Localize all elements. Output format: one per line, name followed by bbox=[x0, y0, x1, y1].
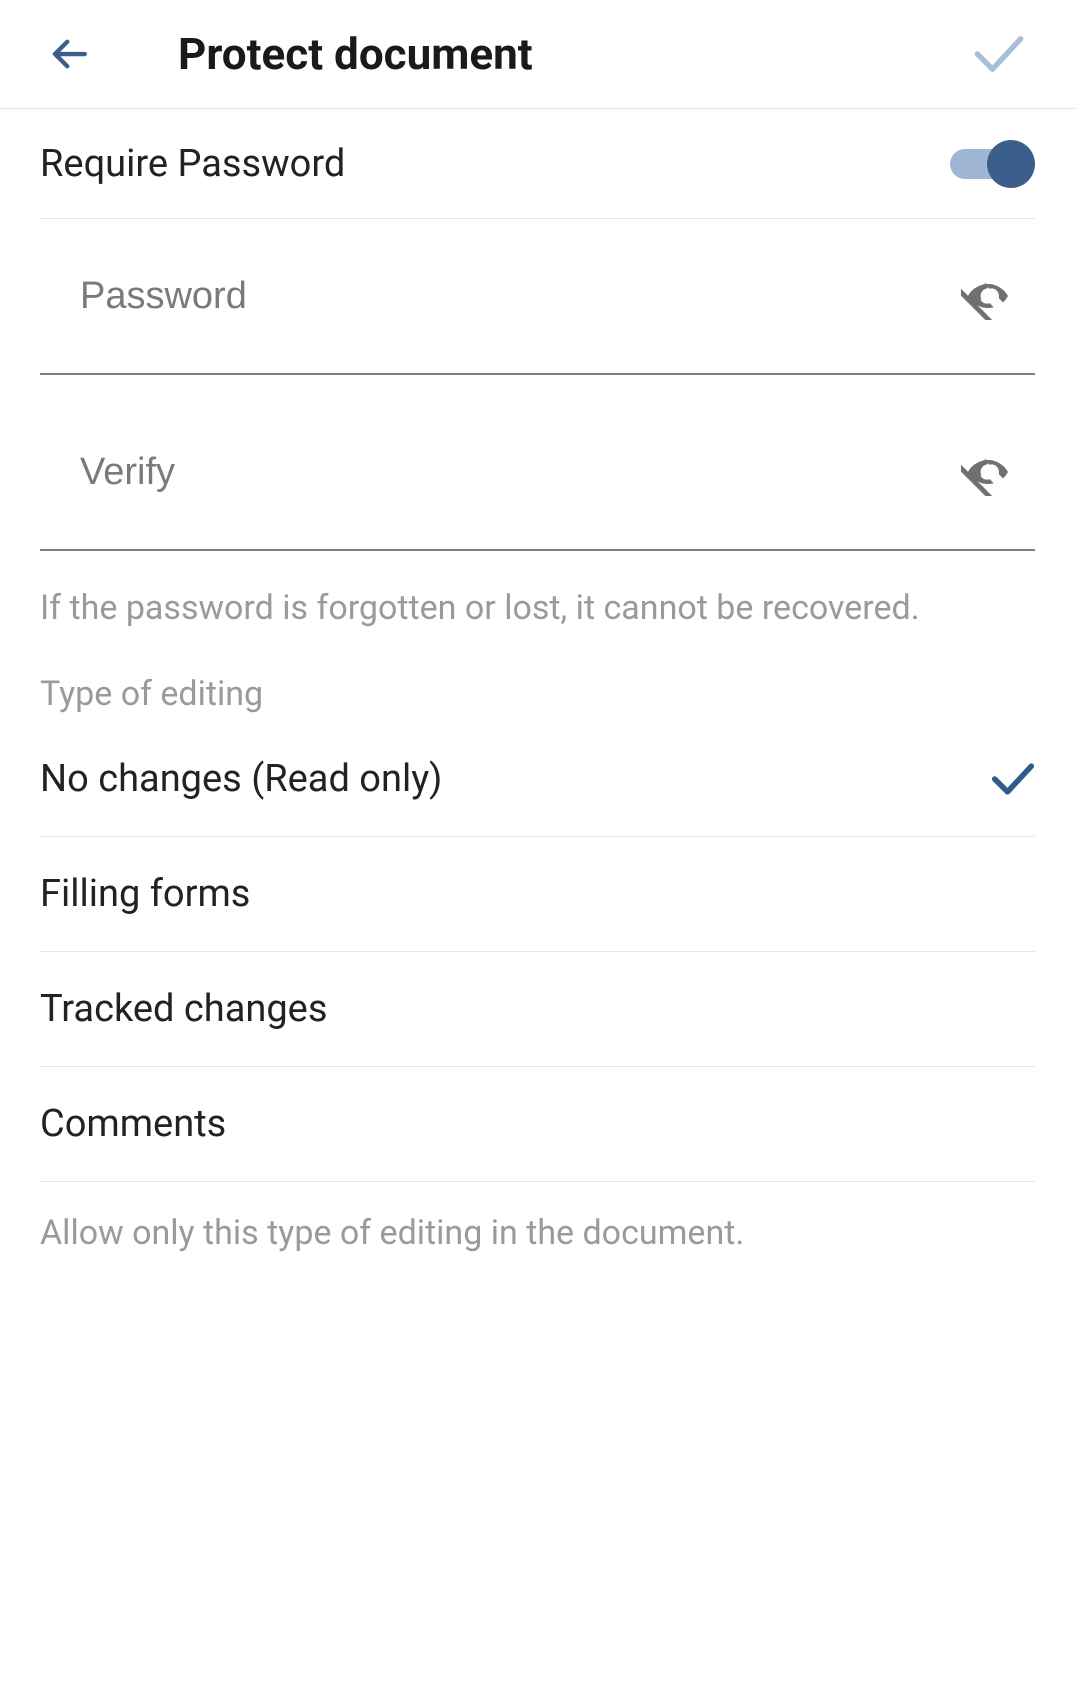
editing-option-label: Tracked changes bbox=[40, 987, 327, 1031]
require-password-row: Require Password bbox=[40, 109, 1035, 219]
editing-option-selected-indicator bbox=[991, 994, 1035, 1024]
password-lost-hint: If the password is forgotten or lost, it… bbox=[0, 551, 1075, 634]
editing-option-readonly[interactable]: No changes (Read only) bbox=[40, 722, 1035, 837]
eye-off-icon bbox=[961, 272, 1015, 320]
verify-field-row bbox=[40, 395, 1035, 551]
arrow-left-icon bbox=[48, 33, 90, 75]
editing-category-label: Type of editing bbox=[0, 634, 1075, 722]
toggle-knob bbox=[987, 140, 1035, 188]
require-password-toggle[interactable] bbox=[950, 140, 1035, 188]
editing-option-tracked-changes[interactable]: Tracked changes bbox=[40, 952, 1035, 1067]
editing-option-selected-indicator bbox=[991, 879, 1035, 909]
editing-option-filling-forms[interactable]: Filling forms bbox=[40, 837, 1035, 952]
password-input[interactable] bbox=[80, 275, 951, 318]
require-password-label: Require Password bbox=[40, 142, 345, 186]
verify-input[interactable] bbox=[80, 451, 951, 494]
editing-option-selected-indicator bbox=[991, 1109, 1035, 1139]
checkmark-icon bbox=[991, 762, 1035, 796]
toggle-verify-visibility-button[interactable] bbox=[951, 448, 1035, 496]
editing-footer-hint: Allow only this type of editing in the d… bbox=[0, 1182, 1075, 1259]
back-button[interactable] bbox=[48, 33, 90, 75]
editing-option-label: No changes (Read only) bbox=[40, 757, 442, 801]
password-field-row bbox=[40, 219, 1035, 375]
eye-off-icon bbox=[961, 448, 1015, 496]
editing-option-selected-indicator bbox=[991, 764, 1035, 794]
checkmark-icon bbox=[973, 34, 1025, 74]
header-bar: Protect document bbox=[0, 0, 1075, 109]
editing-option-label: Comments bbox=[40, 1102, 226, 1146]
toggle-password-visibility-button[interactable] bbox=[951, 272, 1035, 320]
editing-option-comments[interactable]: Comments bbox=[40, 1067, 1035, 1182]
page-title: Protect document bbox=[178, 28, 973, 80]
confirm-button[interactable] bbox=[973, 34, 1035, 74]
editing-option-label: Filling forms bbox=[40, 872, 250, 916]
